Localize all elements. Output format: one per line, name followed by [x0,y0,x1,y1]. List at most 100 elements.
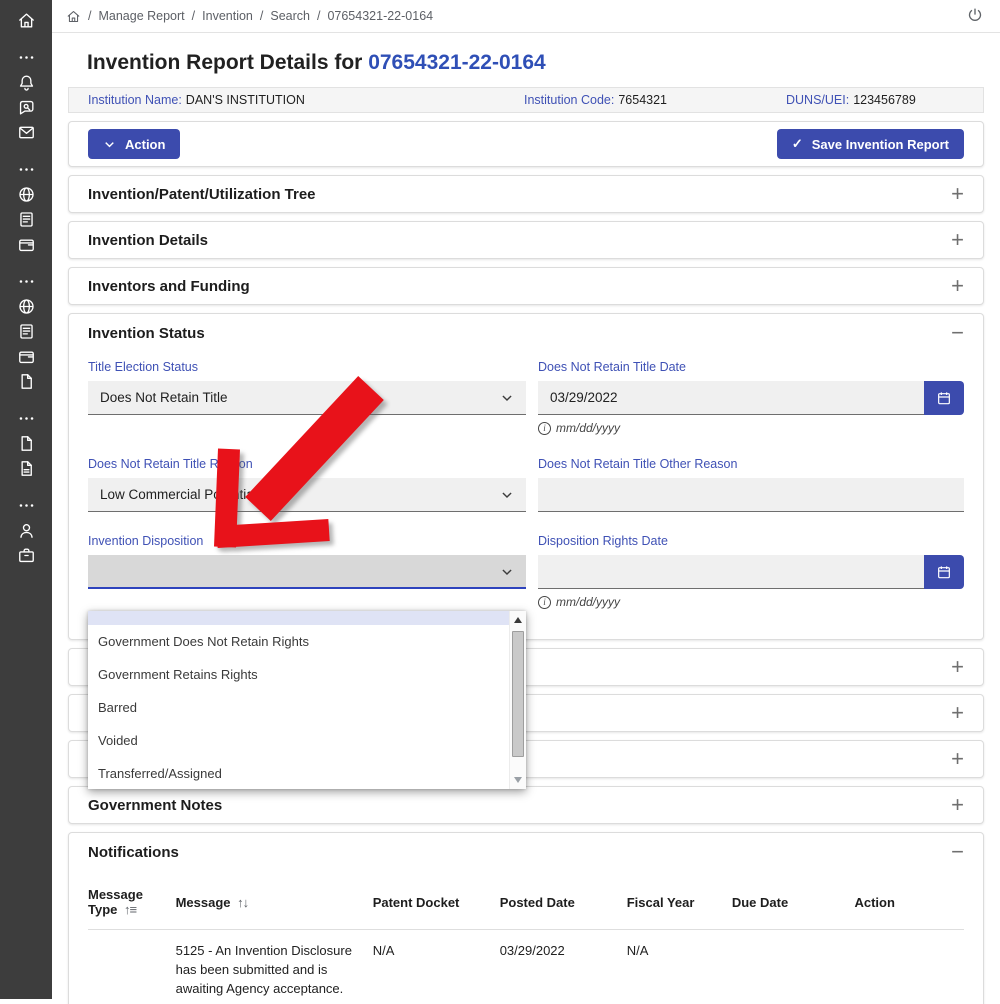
disposition-option[interactable]: Government Does Not Retain Rights [88,625,509,658]
expand-plus-icon[interactable]: + [951,749,964,769]
expand-plus-icon[interactable]: + [951,795,964,815]
scroll-down-arrow[interactable] [510,772,526,788]
wallet-icon[interactable] [16,234,36,254]
calendar-button[interactable] [924,555,964,589]
field-label: Title Election Status [88,360,526,374]
column-header: Posted Date [500,895,627,910]
home-icon[interactable] [66,9,81,24]
table-row: 5125 - An Invention Disclosure has been … [88,930,964,1004]
section-invention-details[interactable]: Invention Details + [68,221,984,259]
section-inventors-and-funding[interactable]: Inventors and Funding + [68,267,984,305]
cell-due-date [732,942,855,999]
column-header: Patent Docket [373,895,500,910]
scrollbar-thumb[interactable] [512,631,524,757]
breadcrumb-separator: / [88,9,91,23]
report-id-link[interactable]: 07654321-22-0164 [368,51,546,74]
calendar-icon [936,564,952,580]
ellipsis-icon [16,495,36,515]
does-not-retain-title-date-input[interactable]: 03/29/2022 [538,381,924,415]
breadcrumb: /Manage Report/Invention/Search/07654321… [66,9,964,24]
ellipsis-icon [16,47,36,67]
field-label: Invention Disposition [88,534,526,548]
field-label: Does Not Retain Title Date [538,360,964,374]
power-logout-button[interactable] [964,5,986,27]
calendar-button[interactable] [924,381,964,415]
page-title-text: Invention Report Details for [87,51,368,74]
column-header: Due Date [732,895,855,910]
document-icon[interactable] [16,321,36,341]
person-icon[interactable] [16,520,36,540]
column-header: Fiscal Year [627,895,732,910]
wallet-icon[interactable] [16,346,36,366]
chat-icon[interactable] [16,97,36,117]
title-election-status-select[interactable]: Does Not Retain Title [88,381,526,415]
field-label: Disposition Rights Date [538,534,964,548]
cell-message: 5125 - An Invention Disclosure has been … [176,942,373,999]
page-title: Invention Report Details for 07654321-22… [87,49,1000,77]
invention-status-header[interactable]: Invention Status − [69,314,983,352]
does-not-retain-title-other-reason-input[interactable] [538,478,964,512]
duns-uei: DUNS/UEI:123456789 [786,93,964,107]
disposition-option[interactable] [88,611,509,625]
document-icon[interactable] [16,209,36,229]
disposition-option[interactable]: Transferred/Assigned [88,757,509,790]
invention-disposition-select[interactable] [88,555,526,589]
column-header[interactable]: Message ↑↓ [176,895,373,910]
date-format-hint: i mm/dd/yyyy [538,421,964,435]
file-icon[interactable] [16,433,36,453]
expand-plus-icon[interactable]: + [951,276,964,296]
bell-icon[interactable] [16,72,36,92]
disposition-rights-date-input[interactable] [538,555,924,589]
table-header-row: Message Type ↑≡Message ↑↓Patent DocketPo… [88,877,964,929]
expand-plus-icon[interactable]: + [951,184,964,204]
disposition-option[interactable]: Voided [88,724,509,757]
calendar-icon [936,390,952,406]
notifications-table: Message Type ↑≡Message ↑↓Patent DocketPo… [69,871,983,1004]
breadcrumb-item[interactable]: Manage Report [98,9,184,23]
sort-filter-icon[interactable]: ↑≡ [124,902,136,917]
disposition-options-listbox: Government Does Not Retain RightsGovernm… [88,611,526,789]
chevron-down-icon [500,565,514,582]
disposition-option[interactable]: Government Retains Rights [88,658,509,691]
breadcrumb-separator: / [192,9,195,23]
app-sidebar [0,0,52,999]
section-invention-status: Invention Status − Title Election Status… [68,313,984,640]
home-icon[interactable] [16,10,36,30]
save-invention-report-button[interactable]: ✓ Save Invention Report [777,129,964,159]
collapse-minus-icon[interactable]: − [951,323,964,343]
expand-plus-icon[interactable]: + [951,657,964,677]
expand-plus-icon[interactable]: + [951,703,964,723]
action-button[interactable]: Action [88,129,180,159]
date-format-hint: i mm/dd/yyyy [538,595,964,609]
info-icon: i [538,596,551,609]
globe-icon[interactable] [16,184,36,204]
column-header[interactable]: Message Type ↑≡ [88,887,176,917]
top-bar: /Manage Report/Invention/Search/07654321… [52,0,1000,33]
scroll-up-arrow[interactable] [510,612,526,628]
file-icon[interactable] [16,371,36,391]
file-pdf-icon[interactable] [16,458,36,478]
breadcrumb-item[interactable]: Invention [202,9,253,23]
globe-icon[interactable] [16,296,36,316]
cell-posted-date: 03/29/2022 [500,942,627,999]
expand-plus-icon[interactable]: + [951,230,964,250]
disposition-option[interactable]: Barred [88,691,509,724]
listbox-scrollbar[interactable] [509,611,526,789]
breadcrumb-item[interactable]: Search [270,9,310,23]
notifications-header[interactable]: Notifications − [69,833,983,871]
cell-fiscal-year: N/A [627,942,732,999]
section-invention-patent-utilization-tree[interactable]: Invention/Patent/Utilization Tree + [68,175,984,213]
sort-icon[interactable]: ↑↓ [237,895,248,910]
section-government-notes[interactable]: Government Notes + [68,786,984,824]
chevron-down-icon [103,138,116,151]
column-header: Action [854,895,964,910]
briefcase-icon[interactable] [16,545,36,565]
info-icon: i [538,422,551,435]
ellipsis-icon [16,159,36,179]
breadcrumb-separator: / [260,9,263,23]
field-label: Does Not Retain Title Reason [88,457,526,471]
collapse-minus-icon[interactable]: − [951,842,964,862]
does-not-retain-title-reason-select[interactable]: Low Commercial Potential [88,478,526,512]
field-label: Does Not Retain Title Other Reason [538,457,964,471]
mail-icon[interactable] [16,122,36,142]
